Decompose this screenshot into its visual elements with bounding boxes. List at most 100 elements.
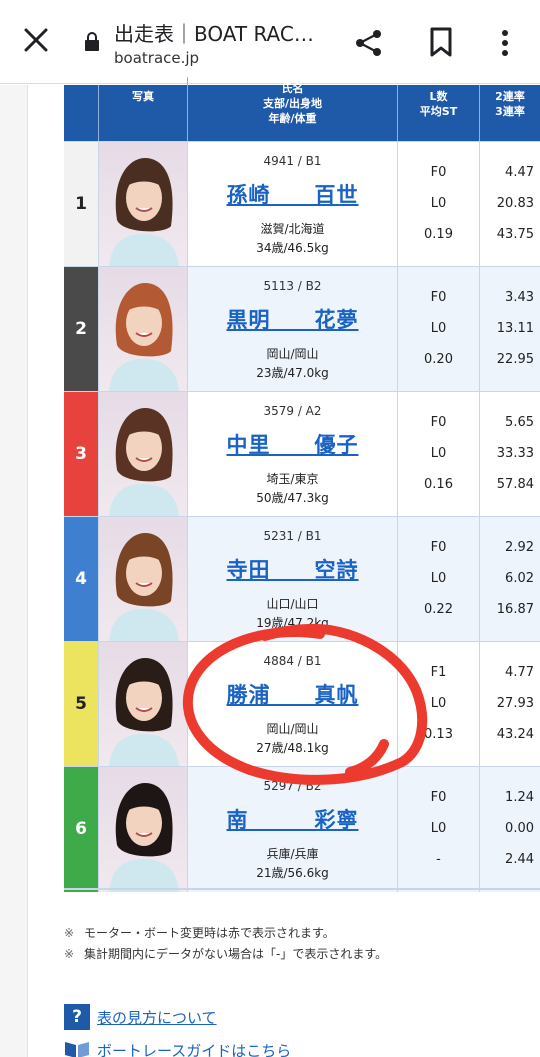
branch-birthplace: 兵庫/兵庫 [266,847,319,861]
racer-photo [98,142,187,267]
f-count: F0 [430,290,447,305]
win-rates: 4.47 20.83 43.75 [479,142,540,267]
l-count-avg-st: F1 L0 0.13 [397,642,479,767]
win-rates: 2.92 6.02 16.87 [479,517,540,642]
f-count: F0 [430,415,447,430]
rate-2: 20.83 [496,196,534,211]
win-rates: 3.43 13.11 22.95 [479,267,540,392]
header-rate-col: 2連率 3連率 [479,85,540,141]
table-row: 4 5231 / B1 寺田 空詩 山口/山口 19歳/47.2kg F0 L0 0.22 2.… [64,516,540,642]
l-count-avg-st: F0 L0 0.22 [397,517,479,642]
national-win-rate: 5.65 [505,415,534,430]
branch-birthplace: 岡山/岡山 [266,722,319,736]
guide-link-text[interactable]: ボートレースガイドはこちら [97,1040,291,1057]
racer-photo [98,767,187,892]
page-title: 出走表｜BOAT RAC… [114,22,314,46]
page-url[interactable]: boatrace.jp [114,49,199,67]
national-win-rate: 3.43 [505,290,534,305]
age-weight: 34歳/46.5kg [256,241,329,255]
registration-class: 5113 / B2 [263,279,322,293]
racer-name-link[interactable]: 中里 優子 [188,429,397,459]
branch-birthplace: 山口/山口 [266,597,319,611]
registration-class: 5231 / B1 [263,529,322,543]
age-weight: 23歳/47.0kg [256,366,329,380]
avg-st: 0.22 [424,602,453,617]
l-count: L0 [430,321,447,336]
header-l-count: L数 [429,90,448,103]
rate-3: 43.75 [496,227,534,242]
table-row: 2 5113 / B2 黒明 花夢 岡山/岡山 23歳/47.0kg F0 L0 0.20 3.… [64,266,540,392]
win-rates: 4.77 27.93 43.24 [479,642,540,767]
frame-number: 4 [64,517,98,642]
racer-info: 3579 / A2 中里 優子 埼玉/東京 50歳/47.3kg [187,392,397,517]
racer-photo [98,392,187,517]
note-line-2: ※ 集計期間内にデータがない場合は「-」で表示されます。 [64,947,388,961]
avg-st: 0.19 [424,227,453,242]
header-rate3: 3連率 [495,105,525,118]
guide-link[interactable]: ボートレースガイドはこちら [64,1040,291,1057]
rate-3: 43.24 [496,727,534,742]
frame-number: 3 [64,392,98,517]
f-count: F1 [430,665,447,680]
avg-st: 0.13 [424,727,453,742]
share-icon[interactable] [354,28,384,58]
branch-birthplace: 埼玉/東京 [266,472,319,486]
registration-class: 5297 / B2 [263,779,322,793]
f-count: F0 [430,540,447,555]
note-line-1: ※ モーター・ボート変更時は赤で表示されます。 [64,926,335,940]
racer-info: 5113 / B2 黒明 花夢岡山/岡山 23歳/47.0kg [187,267,397,392]
rate-2: 0.00 [505,821,534,836]
racer-name-link[interactable]: 勝浦 真帆 [188,679,397,709]
national-win-rate: 4.77 [505,665,534,680]
f-count: F0 [430,790,447,805]
header-name: 氏名 [281,82,304,95]
racer-photo [98,517,187,642]
win-rates: 5.65 33.33 57.84 [479,392,540,517]
header-avg-st: 平均ST [419,105,458,118]
l-count: L0 [430,446,447,461]
win-rates: 1.24 0.00 2.44 [479,767,540,892]
header-age: 年齢/体重 [268,112,317,125]
bookmark-icon[interactable] [429,27,453,57]
racer-name-link[interactable]: 南 彩寧 [188,804,397,834]
f-count: F0 [430,165,447,180]
racer-name-link[interactable]: 孫崎 百世 [188,179,397,209]
book-icon [65,1042,89,1057]
national-win-rate: 4.47 [505,165,534,180]
avg-st: 0.16 [424,477,453,492]
rate-3: 57.84 [496,477,534,492]
close-icon[interactable] [22,26,50,54]
table-row: 3 3579 / A2 中里 優子 埼玉/東京 50歳/47.3kg F0 L0 0.16 5.… [64,391,540,517]
avg-st: 0.20 [424,352,453,367]
more-menu-icon[interactable] [498,29,512,57]
help-link-text[interactable]: 表の見方について [97,1007,217,1028]
branch-birthplace: 岡山/岡山 [266,347,319,361]
header-rate2: 2連率 [495,90,525,103]
l-count: L0 [430,696,447,711]
registration-class: 4941 / B1 [263,154,322,168]
racer-name-link[interactable]: 寺田 空詩 [188,554,397,584]
rate-2: 33.33 [496,446,534,461]
rate-3: 16.87 [496,602,534,617]
l-count: L0 [430,196,447,211]
rate-3: 22.95 [496,352,534,367]
l-count: L0 [430,821,447,836]
l-count: L0 [430,571,447,586]
national-win-rate: 1.24 [505,790,534,805]
frame-number: 5 [64,642,98,767]
l-count-avg-st: F0 L0 0.19 [397,142,479,267]
racer-photo [98,642,187,767]
racer-info: 4941 / B1 孫崎 百世滋賀/北海道 34歳/46.5kg [187,142,397,267]
help-link[interactable]: ? 表の見方について [64,1004,217,1030]
l-count-avg-st: F0 L0 0.20 [397,267,479,392]
rate-3: 2.44 [505,852,534,867]
header-photo: 写真 [98,85,187,141]
national-win-rate: 2.92 [505,540,534,555]
racer-name-link[interactable]: 黒明 花夢 [188,304,397,334]
branch-birthplace: 滋賀/北海道 [260,222,325,236]
l-count-avg-st: F0 L0 0.16 [397,392,479,517]
rate-2: 27.93 [496,696,534,711]
registration-class: 3579 / A2 [263,404,322,418]
table-row: 1 4941 / B1 孫崎 百世 滋賀/北海道 34歳/46.5kg F0 L0 0.19 4… [64,141,540,267]
header-st-col: L数 平均ST [397,85,479,141]
